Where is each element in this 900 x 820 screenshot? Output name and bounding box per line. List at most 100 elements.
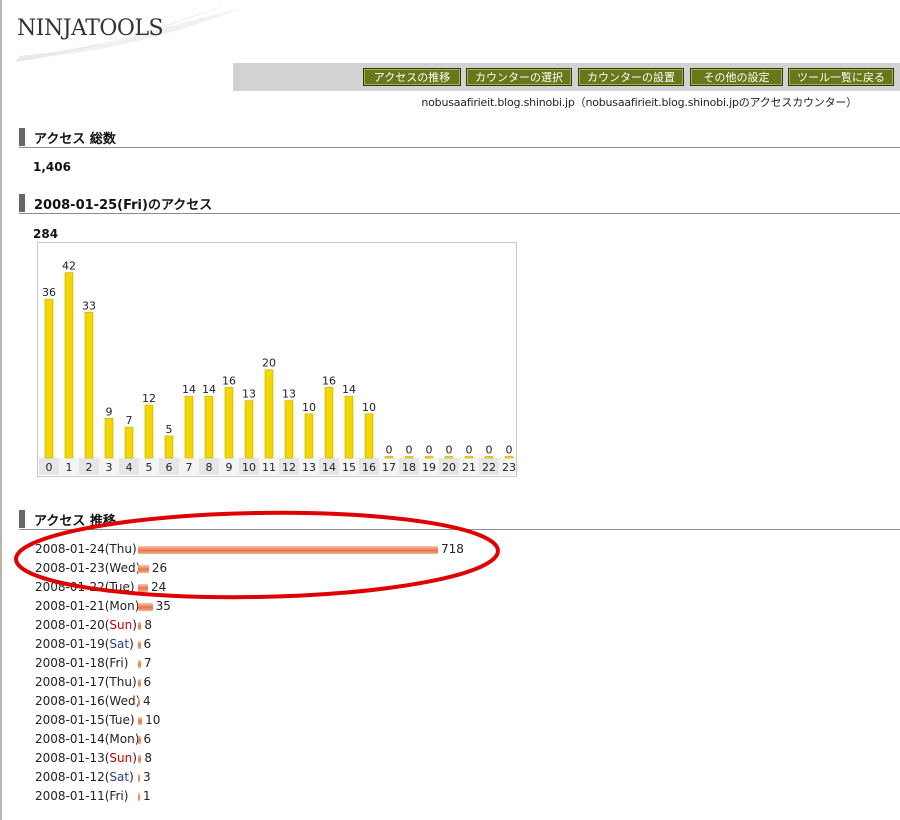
trend-date: 2008-01-18(Fri)	[35, 656, 128, 670]
bar-hour-16	[364, 413, 374, 459]
trend-value: 8	[144, 751, 152, 765]
trend-date-close: )	[132, 751, 137, 765]
bar-hour-15	[344, 395, 354, 459]
data-label: 16	[222, 374, 236, 387]
data-label: 13	[242, 388, 256, 401]
header-marker	[19, 510, 25, 528]
data-label: 42	[62, 260, 76, 273]
trend-date-close: )	[129, 580, 135, 594]
trend-bar	[138, 774, 140, 782]
daily-access-title: 2008-01-25(Fri)のアクセス	[34, 198, 213, 213]
x-tick-label: 11	[262, 461, 276, 474]
trend-date-text: 2008-01-13(	[35, 751, 110, 765]
trend-bar	[138, 546, 438, 554]
trend-date-text: 2008-01-21(	[35, 599, 110, 613]
nav-back-to-tools-button[interactable]: ツール一覧に戻る	[788, 68, 894, 86]
data-label: 10	[362, 401, 376, 414]
x-tick-label: 8	[206, 461, 213, 474]
data-label: 0	[406, 444, 413, 457]
x-tick-label: 4	[126, 461, 133, 474]
trend-bar	[138, 641, 141, 649]
trend-date: 2008-01-23(Wed)	[35, 561, 140, 575]
x-tick-label: 0	[46, 461, 53, 474]
trend-date: 2008-01-16(Wed)	[35, 694, 140, 708]
trend-date: 2008-01-12(Sat)	[35, 770, 134, 784]
data-label: 7	[126, 414, 133, 427]
trend-value: 6	[143, 675, 152, 689]
trend-date: 2008-01-17(Thu)	[35, 675, 137, 689]
x-tick-label: 1	[66, 461, 73, 474]
data-label: 0	[446, 444, 453, 457]
data-label: 0	[466, 444, 473, 457]
trend-date-text: 2008-01-23(	[35, 561, 110, 575]
bar-hour-14	[324, 387, 334, 459]
bar-hour-18	[404, 456, 414, 459]
trend-date: 2008-01-22(Tue)	[35, 580, 135, 594]
trend-bar	[138, 736, 141, 744]
nav-select-counter-button[interactable]: カウンターの選択	[466, 68, 572, 86]
x-tick-label: 23	[502, 461, 516, 474]
trend-bar	[138, 793, 140, 801]
trend-date-close: )	[123, 789, 129, 803]
x-tick-label: 18	[402, 461, 416, 474]
trend-bar	[138, 565, 149, 573]
trend-bar	[138, 660, 141, 668]
left-border	[0, 0, 2, 820]
nav-access-history-button[interactable]: アクセスの推移	[363, 68, 461, 86]
trend-weekday: Mon	[109, 599, 135, 613]
trend-date-text: 2008-01-20(	[35, 618, 110, 632]
data-label: 20	[262, 357, 276, 370]
bar-hour-4	[124, 426, 134, 459]
hourly-chart-frame: 36 0 42 1 33 2 9 3 7 4 12 5 5 6 14 7 14 8 16 9 13 10 20 11 13 12 1…	[37, 242, 519, 477]
x-tick-label: 5	[146, 461, 153, 474]
data-label: 16	[322, 374, 336, 387]
trend-date-close: )	[132, 618, 137, 632]
trend-weekday: Wed	[109, 561, 136, 575]
data-label: 0	[386, 444, 393, 457]
bar-hour-21	[464, 456, 474, 459]
nav-other-settings-button[interactable]: その他の設定	[690, 68, 783, 86]
bar-hour-13	[304, 413, 314, 459]
trend-weekday: Mon	[109, 732, 135, 746]
trend-weekday: Tue	[109, 713, 130, 727]
x-tick-label: 12	[282, 461, 296, 474]
access-trend-title: アクセス 推移	[34, 514, 116, 529]
trend-weekday: Fri	[109, 789, 124, 803]
x-tick-label: 19	[422, 461, 436, 474]
data-label: 36	[42, 286, 56, 299]
trend-bar	[138, 679, 141, 687]
trend-value: 7	[143, 656, 152, 670]
trend-bar	[138, 755, 142, 763]
nav-install-counter-button[interactable]: カウンターの設置	[578, 68, 684, 86]
trend-date-text: 2008-01-17(	[35, 675, 110, 689]
x-tick-label: 3	[106, 461, 113, 474]
trend-date-close: )	[131, 542, 137, 556]
bar-hour-19	[424, 456, 434, 459]
trend-date-text: 2008-01-24(	[35, 542, 110, 556]
trend-value: 6	[143, 732, 152, 746]
data-label: 14	[342, 383, 356, 396]
hourly-access-chart: 3604213329374125561471481691310201113121…	[39, 260, 519, 475]
trend-date-text: 2008-01-15(	[35, 713, 110, 727]
x-tick-label: 9	[226, 461, 233, 474]
bar-hour-10	[244, 400, 254, 459]
trend-date: 2008-01-21(Mon)	[35, 599, 139, 613]
trend-bar	[138, 584, 149, 592]
data-label: 0	[486, 444, 493, 457]
logo[interactable]: NINJATOOLS	[17, 16, 164, 41]
trend-value: 6	[143, 637, 152, 651]
trend-bar	[138, 622, 142, 630]
data-label: 13	[282, 388, 296, 401]
trend-date: 2008-01-13(Sun)	[35, 751, 137, 765]
bar-hour-22	[484, 456, 494, 459]
bar-hour-2	[84, 312, 94, 459]
x-tick-label: 15	[342, 461, 356, 474]
trend-date-close: )	[129, 713, 135, 727]
x-tick-label: 22	[482, 461, 496, 474]
trend-weekday: Sat	[109, 637, 130, 651]
trend-date: 2008-01-24(Thu)	[35, 542, 137, 556]
bar-hour-3	[104, 417, 114, 459]
bar-hour-6	[164, 435, 174, 459]
trend-date: 2008-01-15(Tue)	[35, 713, 135, 727]
trend-date-text: 2008-01-19(	[35, 637, 110, 651]
